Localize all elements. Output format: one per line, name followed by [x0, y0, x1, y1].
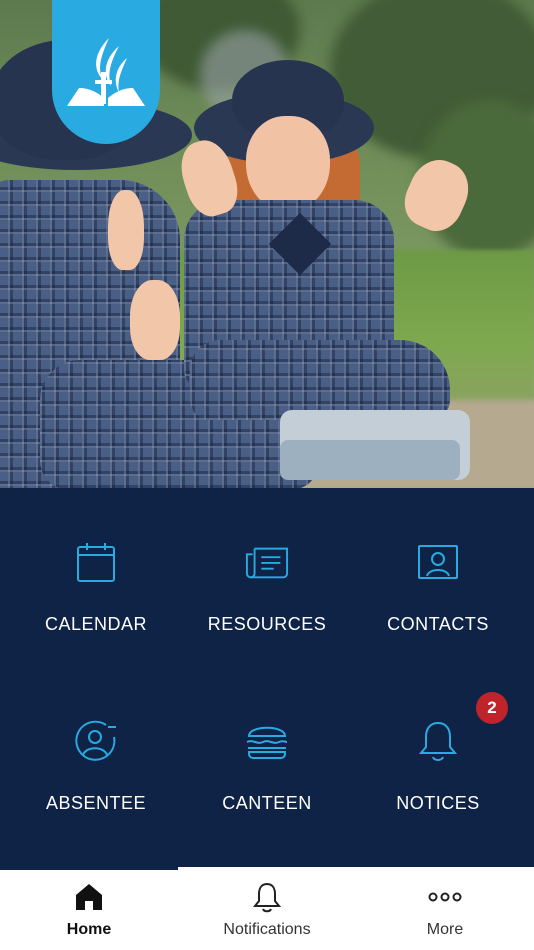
tab-more[interactable]: More [356, 867, 534, 950]
menu-item-calendar[interactable]: CALENDAR [7, 488, 185, 668]
menu-label: RESOURCES [207, 614, 327, 634]
menu-item-canteen[interactable]: CANTEEN [178, 667, 356, 847]
main-menu: CALENDAR RESOURCES CONTACTS ABSENTEE CAN… [0, 488, 534, 868]
menu-label: NOTICES [396, 793, 480, 813]
home-icon [74, 881, 104, 913]
tab-notifications[interactable]: Notifications [178, 867, 356, 950]
menu-label: CALENDAR [44, 614, 148, 634]
menu-label: CONTACTS [387, 614, 489, 634]
bottom-tab-bar: Home Notifications More [0, 867, 534, 950]
tab-home[interactable]: Home [0, 867, 178, 950]
notices-count-badge: 2 [476, 692, 508, 724]
user-minus-icon [74, 719, 118, 763]
newspaper-icon [245, 540, 289, 584]
tab-label: Home [66, 921, 112, 938]
menu-label: ABSENTEE [45, 793, 147, 813]
menu-item-resources[interactable]: RESOURCES [178, 488, 356, 668]
contact-card-icon [416, 540, 460, 584]
menu-item-absentee[interactable]: ABSENTEE [7, 667, 185, 847]
church-logo [52, 0, 160, 144]
burger-icon [245, 719, 289, 763]
bell-icon [416, 719, 460, 763]
bell-outline-icon [253, 881, 281, 913]
menu-label: CANTEEN [222, 793, 312, 813]
tab-label: Notifications [223, 921, 311, 938]
more-dots-icon [428, 881, 462, 913]
tab-label: More [426, 921, 464, 938]
menu-item-contacts[interactable]: CONTACTS [349, 488, 527, 668]
calendar-icon [74, 540, 118, 584]
